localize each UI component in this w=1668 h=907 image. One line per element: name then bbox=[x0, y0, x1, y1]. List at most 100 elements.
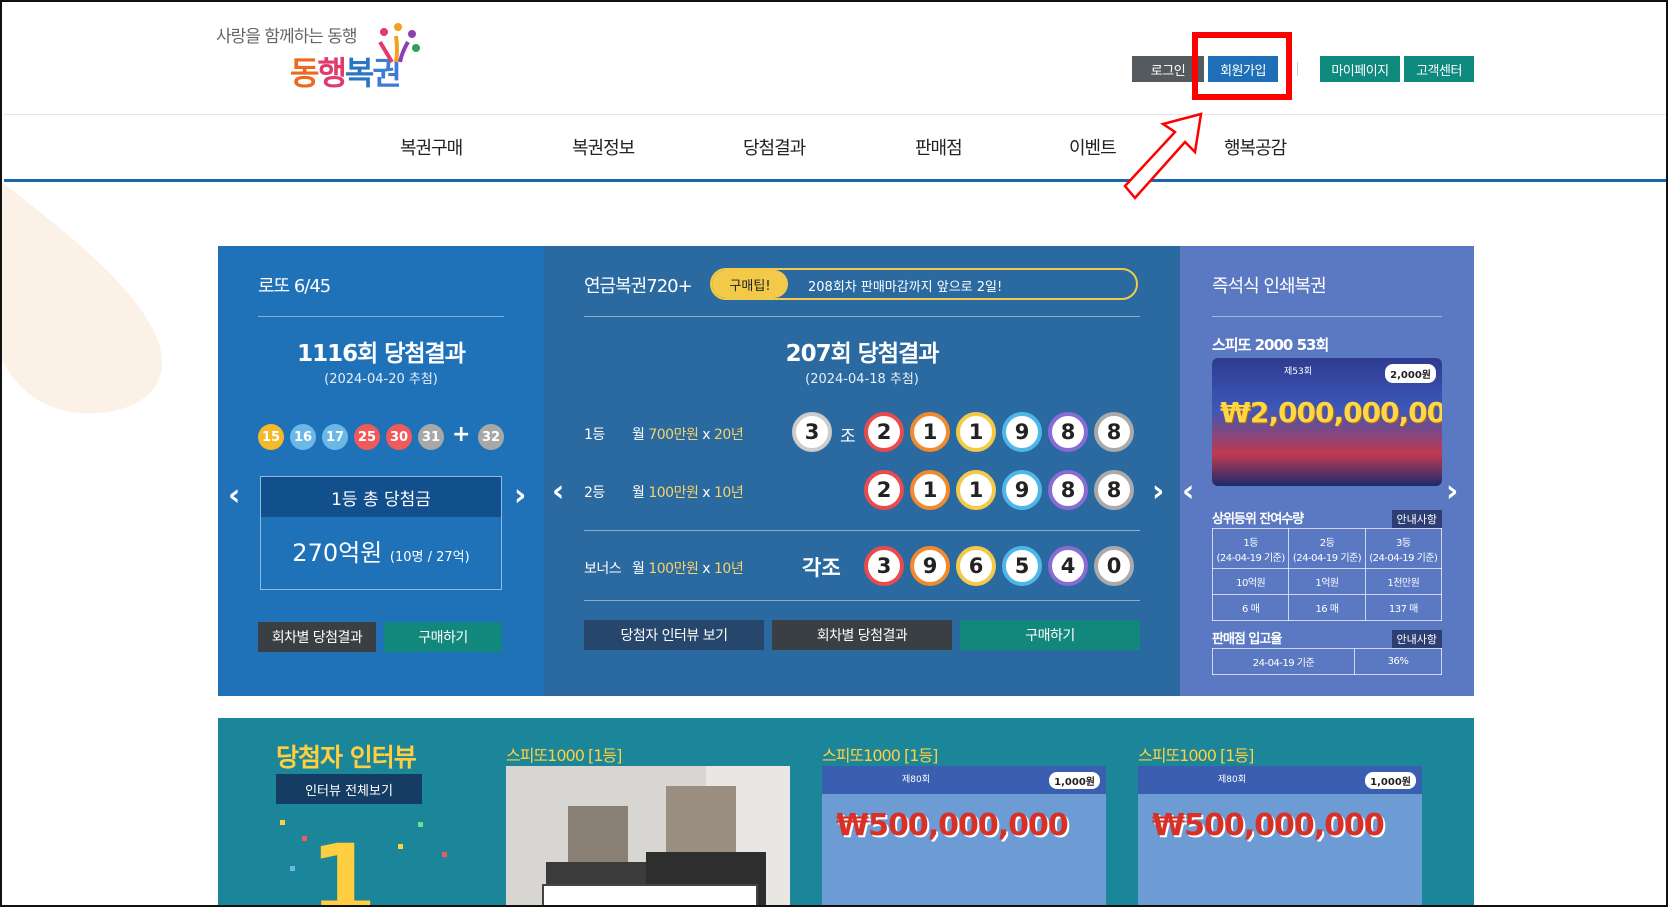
ticket-round: 제53회 bbox=[1284, 367, 1313, 377]
bonus-years: 10년 bbox=[714, 561, 744, 577]
interview-photo[interactable] bbox=[506, 766, 790, 905]
lotto-ball: 31 bbox=[418, 424, 444, 450]
remain-table: 1등 (24-04-19 기준) 2등 (24-04-19 기준) 3등 (24-04… bbox=[1211, 528, 1443, 621]
bonus-amount: 100만원 bbox=[648, 561, 699, 577]
ticket-price: 1,000원 bbox=[1049, 772, 1100, 789]
store-title: 판매점 입고율 bbox=[1212, 632, 1282, 647]
gakjo-label: 각조 bbox=[802, 556, 841, 580]
instant-prev-icon[interactable]: ‹ bbox=[1182, 474, 1194, 509]
confetti bbox=[398, 844, 403, 849]
bonus-prize: 월 100만원 x 10년 bbox=[632, 558, 744, 578]
pension-num: 9 bbox=[1002, 412, 1042, 452]
highlight-box bbox=[1192, 32, 1292, 100]
lotto-buy-button[interactable]: 구매하기 bbox=[384, 622, 502, 652]
interview-card-title[interactable]: 스피또1000 [1등] bbox=[506, 742, 622, 766]
nav-buy[interactable]: 복권구매 bbox=[400, 134, 463, 160]
nav-underline bbox=[4, 179, 1666, 182]
pension-num: 8 bbox=[1094, 470, 1134, 510]
pension-num: 8 bbox=[1094, 412, 1134, 452]
bonus-x: x bbox=[698, 561, 715, 577]
lotto-ball: 15 bbox=[258, 424, 284, 450]
speetto-2000-ticket-image[interactable]: 제53회 2,000원 ₩2,000,000,000 bbox=[1212, 358, 1442, 486]
instant-panel: 즉석식 인쇄복권 스피또 2000 53회 제53회 2,000원 ₩2,000… bbox=[1180, 246, 1474, 696]
confetti bbox=[442, 852, 447, 857]
nav-events[interactable]: 이벤트 bbox=[1069, 134, 1117, 160]
pension-next-icon[interactable]: › bbox=[1152, 474, 1164, 509]
pension-bonus-num: 6 bbox=[956, 546, 996, 586]
jackpot-value: 270억원 (10명 / 27억) bbox=[261, 533, 501, 568]
interview-card-title[interactable]: 스피또1000 [1등] bbox=[822, 742, 938, 766]
confetti bbox=[418, 822, 423, 827]
speetto-1000-ticket-image[interactable]: 제80회 1,000원 ₩500,000,000 bbox=[1138, 766, 1422, 905]
rank1-label: 1등 bbox=[584, 427, 605, 443]
logo-char-1: 동 bbox=[290, 54, 319, 92]
lotto-prev-icon[interactable]: ‹ bbox=[228, 478, 240, 513]
nav-happiness[interactable]: 행복공감 bbox=[1224, 134, 1287, 160]
pension-num: 8 bbox=[1048, 412, 1088, 452]
instant-next-icon[interactable]: › bbox=[1446, 474, 1458, 509]
lotto-divider bbox=[258, 316, 504, 317]
pension-num: 9 bbox=[1002, 470, 1042, 510]
instant-divider bbox=[1212, 316, 1442, 317]
rank1-prize: 월 700만원 x 20년 bbox=[632, 424, 744, 444]
pension-round-results-button[interactable]: 회차별 당첨결과 bbox=[772, 620, 952, 650]
logo-char-2: 행 bbox=[317, 54, 346, 92]
pension-title[interactable]: 연금복권720+ bbox=[584, 272, 693, 298]
lotto-round-results-button[interactable]: 회차별 당첨결과 bbox=[258, 622, 376, 652]
rank2-prefix: 월 bbox=[632, 485, 649, 501]
pension-interview-button[interactable]: 당첨자 인터뷰 보기 bbox=[584, 620, 764, 650]
nav-results[interactable]: 당첨결과 bbox=[743, 134, 806, 160]
store-rate-cell: 36% bbox=[1353, 648, 1443, 675]
lotto-ball: 16 bbox=[290, 424, 316, 450]
remain-notice-button[interactable]: 안내사항 bbox=[1391, 510, 1442, 528]
winner-interview-section: 당첨자 인터뷰 인터뷰 전체보기 1 스피또1000 [1등] 스피또1000 … bbox=[218, 718, 1474, 907]
count-cell: 16 매 bbox=[1288, 594, 1366, 621]
lotto-ball: 25 bbox=[354, 424, 380, 450]
prize-cell: 1천만원 bbox=[1364, 568, 1443, 595]
lotto-title[interactable]: 로또 6/45 bbox=[258, 272, 331, 298]
person-head bbox=[666, 786, 736, 856]
instant-subtitle[interactable]: 스피또 2000 53회 bbox=[1212, 334, 1329, 355]
rank1-amount: 700만원 bbox=[648, 427, 699, 443]
big-one-graphic: 1 bbox=[310, 824, 377, 907]
pension-tip-bar[interactable]: 구매팁! 208회차 판매마감까지 앞으로 2일! bbox=[710, 268, 1138, 300]
rank-label: 2등 bbox=[1319, 537, 1335, 549]
rank-label: 1등 bbox=[1243, 537, 1258, 549]
confetti bbox=[302, 836, 307, 841]
pension-divider bbox=[584, 316, 1140, 317]
ticket-prize-amount: ₩500,000,000 bbox=[836, 808, 1069, 843]
pension-divider-3 bbox=[584, 600, 1140, 601]
customer-center-button[interactable]: 고객센터 bbox=[1404, 56, 1474, 82]
pension-num: 8 bbox=[1048, 470, 1088, 510]
jo-label: 조 bbox=[840, 427, 856, 447]
nav-info[interactable]: 복권정보 bbox=[572, 134, 635, 160]
pension-round-title: 207회 당첨결과 bbox=[785, 341, 940, 367]
lotto-panel: 로또 6/45 1116회 당첨결과 (2024-04-20 추첨) 15 16… bbox=[218, 246, 544, 696]
tip-badge: 구매팁! bbox=[712, 270, 788, 298]
lotto-next-icon[interactable]: › bbox=[514, 478, 526, 513]
mypage-button[interactable]: 마이페이지 bbox=[1320, 56, 1400, 82]
table-head-cell: 2등 (24-04-19 기준) bbox=[1288, 528, 1366, 569]
pension-prev-icon[interactable]: ‹ bbox=[552, 474, 564, 509]
speetto-1000-ticket-image[interactable]: 제80회 1,000원 ₩500,000,000 bbox=[822, 766, 1106, 905]
nav-stores[interactable]: 판매점 bbox=[915, 134, 963, 160]
instant-title[interactable]: 즉석식 인쇄복권 bbox=[1212, 272, 1327, 298]
interview-all-button[interactable]: 인터뷰 전체보기 bbox=[276, 774, 422, 804]
ticket-prize-amount: ₩500,000,000 bbox=[1152, 808, 1385, 843]
header-separator bbox=[1297, 62, 1298, 76]
store-date-cell: 24-04-19 기준 bbox=[1212, 648, 1355, 675]
prize-cell: 10억원 bbox=[1211, 568, 1290, 595]
pension-draw-date: (2024-04-18 추첨) bbox=[805, 372, 919, 387]
lotto-ball: 30 bbox=[386, 424, 412, 450]
bonus-prefix: 월 bbox=[632, 561, 649, 577]
table-head-cell: 3등 (24-04-19 기준) bbox=[1364, 528, 1443, 569]
interview-title: 당첨자 인터뷰 bbox=[276, 743, 417, 772]
pension-num: 1 bbox=[956, 412, 996, 452]
pension-bonus-num: 3 bbox=[864, 546, 904, 586]
interview-card-title[interactable]: 스피또1000 [1등] bbox=[1138, 742, 1254, 766]
jackpot-label: 1등 총 당첨금 bbox=[261, 477, 501, 517]
page-frame: 사랑을 함께하는 동행 동행복권 로그인 회원가입 마이페이지 고객센터 복권구… bbox=[0, 0, 1668, 907]
pension-buy-button[interactable]: 구매하기 bbox=[960, 620, 1140, 650]
lotto-ball: 17 bbox=[322, 424, 348, 450]
store-notice-button[interactable]: 안내사항 bbox=[1391, 630, 1442, 648]
